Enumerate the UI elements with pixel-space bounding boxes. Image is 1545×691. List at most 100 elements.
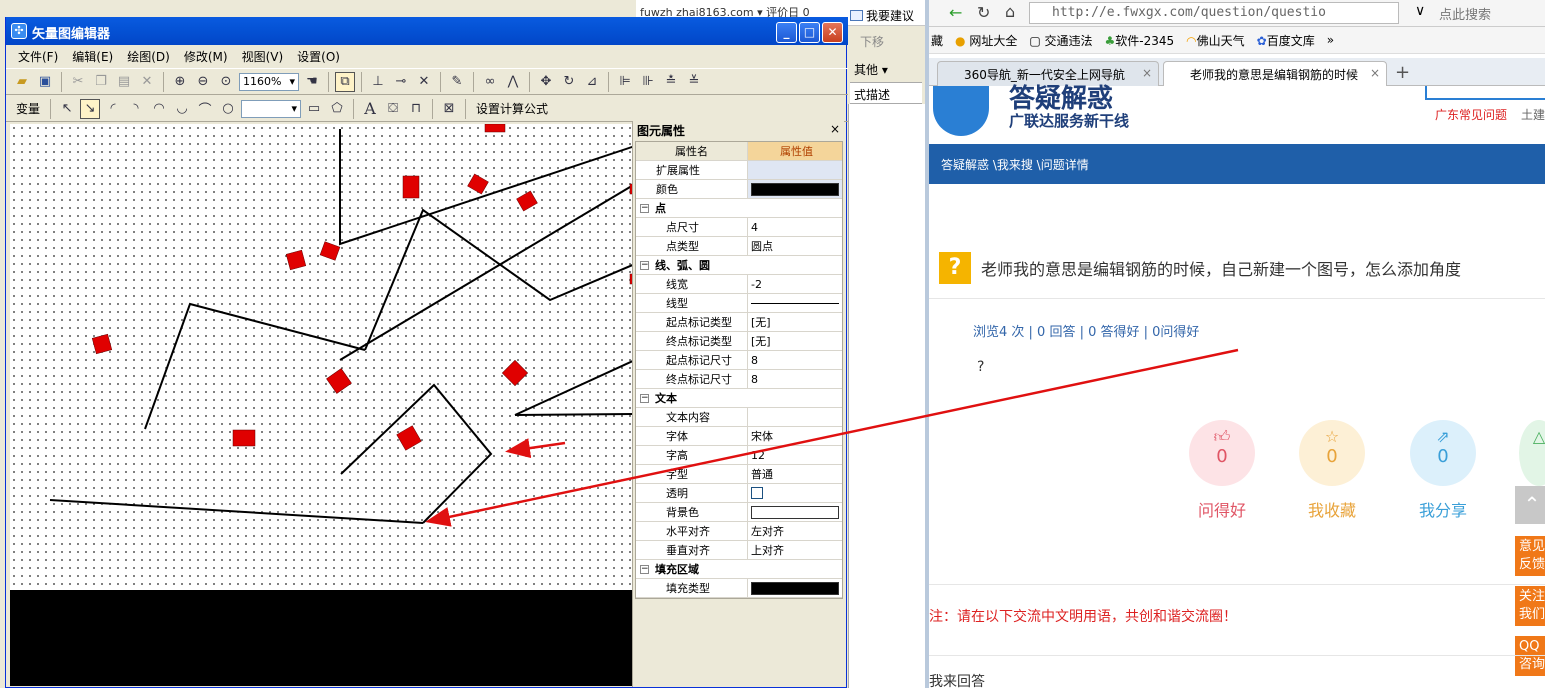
circle-tool-icon[interactable]: ○ xyxy=(218,99,238,119)
open-folder-icon[interactable]: ▰ xyxy=(12,72,32,92)
zoom-out-icon[interactable]: ⊖ xyxy=(193,72,213,92)
collapse-icon[interactable]: − xyxy=(640,564,649,574)
delete-icon[interactable]: ✕ xyxy=(137,72,157,92)
property-row-color[interactable]: 颜色 xyxy=(636,180,842,199)
home-icon[interactable]: ⌂ xyxy=(1005,2,1015,21)
copy-icon[interactable]: ❐ xyxy=(91,72,111,92)
collapse-icon[interactable]: − xyxy=(640,393,649,403)
site-search-box[interactable] xyxy=(1425,86,1545,100)
collapse-icon[interactable]: − xyxy=(640,260,649,270)
bookmark-item[interactable]: ◠佛山天气 xyxy=(1186,32,1245,49)
share-label[interactable]: 我分享 xyxy=(1398,497,1488,521)
follow-button[interactable]: 关注我们 xyxy=(1515,586,1545,626)
property-row-transparent[interactable]: 透明 xyxy=(636,484,842,503)
breadcrumb[interactable]: 答疑解惑 \我来搜 \问题详情 xyxy=(929,144,1545,184)
category-fill[interactable]: − 填充区域 xyxy=(636,560,842,579)
back-icon[interactable]: ← xyxy=(949,3,962,22)
fill-tool-icon[interactable]: ⛋ xyxy=(383,99,403,119)
property-row-point-type[interactable]: 点类型 圆点 xyxy=(636,237,842,256)
pan-icon[interactable]: ☚ xyxy=(302,72,322,92)
property-panel-close-button[interactable]: × xyxy=(830,122,840,136)
report-button[interactable]: 我要建议 xyxy=(850,4,914,26)
url-input[interactable]: http://e.fwxgx.com/question/questio xyxy=(1029,2,1399,24)
dimension-tool-icon[interactable]: ⊓ xyxy=(406,99,426,119)
scale-icon[interactable]: ⊿ xyxy=(582,72,602,92)
share-button[interactable]: ⇗ 0 xyxy=(1410,420,1476,486)
bookmark-item[interactable]: ▢ 交通违法 xyxy=(1029,32,1092,49)
like-label[interactable]: 问得好 xyxy=(1177,497,1267,521)
extra-action-button[interactable]: △ xyxy=(1519,420,1545,486)
feedback-button[interactable]: 意见反馈 xyxy=(1515,536,1545,576)
mirror-icon[interactable]: ⋀ xyxy=(503,72,523,92)
brush-icon[interactable]: ✎ xyxy=(447,72,467,92)
align-center-icon[interactable]: ⊪ xyxy=(638,72,658,92)
property-row-start-mark-type[interactable]: 起点标记类型 [无] xyxy=(636,313,842,332)
close-button[interactable]: ✕ xyxy=(822,22,843,43)
property-row-end-mark-size[interactable]: 终点标记尺寸 8 xyxy=(636,370,842,389)
property-row-text-content[interactable]: 文本内容 xyxy=(636,408,842,427)
bookmark-item[interactable]: ● 网址大全 xyxy=(955,32,1017,49)
bookmark-item[interactable]: ♣软件-2345 xyxy=(1105,32,1175,49)
save-icon[interactable]: ▣ xyxy=(35,72,55,92)
frame-tool-icon[interactable]: ⊠ xyxy=(439,99,459,119)
category-text[interactable]: − 文本 xyxy=(636,389,842,408)
rectangle-tool-icon[interactable]: ▭ xyxy=(304,99,324,119)
cut-icon[interactable]: ✂ xyxy=(68,72,88,92)
menu-file[interactable]: 文件(F) xyxy=(18,48,58,64)
snap-midpoint-icon[interactable]: ⊸ xyxy=(391,72,411,92)
variable-button[interactable]: 变量 xyxy=(12,100,44,117)
formula-button[interactable]: 设置计算公式 xyxy=(472,100,552,117)
arc4-tool-icon[interactable]: ◡ xyxy=(172,99,192,119)
align-left-icon[interactable]: ⊫ xyxy=(615,72,635,92)
curve-tool-icon[interactable]: ⌒ xyxy=(195,99,215,119)
shape-select[interactable]: ▾ xyxy=(241,99,302,118)
property-row-h-align[interactable]: 水平对齐 左对齐 xyxy=(636,522,842,541)
site-link-civil[interactable]: 土建 xyxy=(1521,106,1545,123)
paste-icon[interactable]: ▤ xyxy=(114,72,134,92)
close-tab-icon[interactable]: × xyxy=(1142,66,1152,80)
dropdown-icon[interactable]: ∨ xyxy=(1415,3,1425,19)
window-titlebar[interactable]: 矢量图编辑器 xyxy=(6,17,848,45)
bookmark-item[interactable]: 藏 xyxy=(931,32,943,49)
distribute-h-icon[interactable]: ≛ xyxy=(661,72,681,92)
property-row-end-mark-type[interactable]: 终点标记类型 [无] xyxy=(636,332,842,351)
distribute-v-icon[interactable]: ≚ xyxy=(684,72,704,92)
more-bookmarks-icon[interactable]: » xyxy=(1327,33,1334,47)
property-row-bg-color[interactable]: 背景色 xyxy=(636,503,842,522)
menu-view[interactable]: 视图(V) xyxy=(242,48,284,64)
transparent-checkbox[interactable] xyxy=(751,487,763,499)
property-row-line-type[interactable]: 线型 xyxy=(636,294,842,313)
property-row-ext[interactable]: 扩展属性 xyxy=(636,161,842,180)
favorite-button[interactable]: ☆ 0 xyxy=(1299,420,1365,486)
bg-color-swatch[interactable] xyxy=(751,505,839,519)
search-input[interactable]: 点此搜索 xyxy=(1435,2,1545,24)
move-icon[interactable]: ✥ xyxy=(536,72,556,92)
collapse-icon[interactable]: − xyxy=(640,203,649,213)
arc2-tool-icon[interactable]: ◝ xyxy=(126,99,146,119)
zoom-in-icon[interactable]: ⊕ xyxy=(170,72,190,92)
tab-question[interactable]: 老师我的意思是编辑钢筋的时候 × xyxy=(1163,61,1387,86)
close-tab-icon[interactable]: × xyxy=(1370,66,1380,80)
zoom-fit-icon[interactable]: ⊙ xyxy=(216,72,236,92)
line-tool-icon[interactable]: ↘ xyxy=(80,98,101,119)
menu-settings[interactable]: 设置(O) xyxy=(297,48,340,64)
property-row-start-mark-size[interactable]: 起点标记尺寸 8 xyxy=(636,351,842,370)
property-row-font-style[interactable]: 字型 普通 xyxy=(636,465,842,484)
menu-draw[interactable]: 绘图(D) xyxy=(127,48,170,64)
fill-type-swatch[interactable] xyxy=(751,581,839,595)
move-down-button[interactable]: 下移 xyxy=(850,30,896,52)
color-swatch[interactable] xyxy=(751,182,839,196)
select-arrow-icon[interactable]: ↖ xyxy=(57,99,77,119)
like-button[interactable]: 👍︎ 0 xyxy=(1189,420,1255,486)
new-tab-icon[interactable]: + xyxy=(1395,62,1410,83)
property-row-v-align[interactable]: 垂直对齐 上对齐 xyxy=(636,541,842,560)
menu-modify[interactable]: 修改(M) xyxy=(184,48,228,64)
property-row-font-height[interactable]: 字高 12 xyxy=(636,446,842,465)
category-line[interactable]: − 线、弧、圆 xyxy=(636,256,842,275)
arc-tool-icon[interactable]: ◜ xyxy=(103,99,123,119)
bookmark-item[interactable]: ✿百度文库 xyxy=(1257,32,1315,49)
qq-consult-button[interactable]: QQ咨询 xyxy=(1515,636,1545,676)
property-row-point-size[interactable]: 点尺寸 4 xyxy=(636,218,842,237)
snap-perpendicular-icon[interactable]: ⊥ xyxy=(368,72,388,92)
arc3-tool-icon[interactable]: ◠ xyxy=(149,99,169,119)
